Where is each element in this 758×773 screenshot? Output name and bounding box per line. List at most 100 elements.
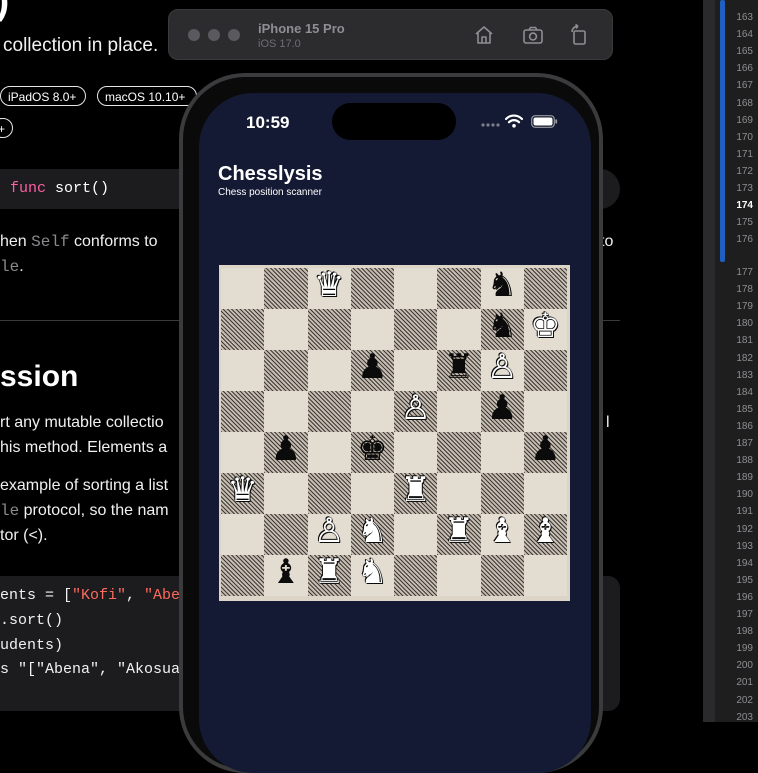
example-code: le bbox=[0, 502, 20, 520]
board-square bbox=[307, 309, 351, 350]
board-square bbox=[394, 432, 438, 473]
line-number: 171 bbox=[736, 148, 753, 160]
window-minimize-dot[interactable] bbox=[208, 29, 220, 41]
platform-badge-more[interactable]: + bbox=[0, 118, 13, 138]
line-number: 164 bbox=[736, 29, 753, 41]
line-number: 163 bbox=[736, 12, 753, 23]
line-number: 183 bbox=[736, 369, 753, 381]
line-number: 189 bbox=[736, 472, 753, 484]
line-number: 203 bbox=[736, 711, 753, 723]
board-square bbox=[394, 268, 438, 309]
window-close-dot[interactable] bbox=[188, 29, 200, 41]
board-square bbox=[264, 473, 308, 514]
board-square bbox=[437, 432, 481, 473]
board-square bbox=[394, 309, 438, 350]
chess-board: ♛ ♞ ♞ ♚ ♟ ♜ ♙ ♙ ♟ ♟ ♚ ♟ ♛ ♜ ♙ ♞ ♜ ♝ ♝ ♝ ♜ ♞ bbox=[221, 265, 567, 596]
line-number: 191 bbox=[736, 506, 753, 518]
wifi-icon bbox=[505, 114, 523, 128]
board-square bbox=[350, 309, 394, 350]
line-number: 176 bbox=[736, 234, 753, 246]
line-number: 190 bbox=[736, 489, 753, 501]
chess-piece: ♜ bbox=[400, 470, 431, 510]
chess-piece: ♞ bbox=[486, 306, 518, 346]
line-number: 167 bbox=[736, 80, 753, 92]
declaration-keyword: func bbox=[10, 180, 47, 197]
line-number-gutter: 163 164 165 166 167 168 169 170 171 172 173 174 175 1… bbox=[715, 0, 758, 723]
rotate-icon[interactable] bbox=[567, 23, 591, 47]
board-square bbox=[307, 350, 351, 391]
chess-piece: ♟ bbox=[357, 347, 388, 387]
chess-piece: ♞ bbox=[357, 552, 388, 592]
chess-piece: ♚ bbox=[357, 429, 388, 469]
example-text: protocol, so the nam bbox=[19, 502, 169, 519]
discussion-line-2: his method. Elements a bbox=[0, 439, 168, 456]
board-square bbox=[264, 514, 308, 555]
line-number: 177 bbox=[736, 267, 753, 278]
board-square bbox=[264, 391, 308, 432]
board-square bbox=[350, 391, 394, 432]
line-number: 188 bbox=[736, 455, 753, 467]
line-number: 181 bbox=[736, 335, 753, 347]
line-number: 187 bbox=[736, 438, 753, 449]
board-square bbox=[350, 268, 394, 309]
chess-piece: ♜ bbox=[443, 347, 475, 387]
board-square bbox=[307, 391, 351, 432]
chess-piece: ♙ bbox=[313, 511, 345, 551]
window-zoom-dot[interactable] bbox=[228, 29, 240, 41]
chess-piece: ♝ bbox=[270, 552, 302, 592]
platform-badge-ipados[interactable]: iPadOS 8.0+ bbox=[0, 86, 86, 106]
platform-badge-macos[interactable]: macOS 10.10+ bbox=[97, 86, 197, 106]
example-line-2: le protocol, so the nam bbox=[0, 502, 169, 520]
change-indicator bbox=[720, 0, 725, 262]
chess-piece: ♛ bbox=[227, 470, 258, 510]
board-square bbox=[264, 309, 308, 350]
board-square bbox=[437, 309, 481, 350]
chess-piece: ♚ bbox=[530, 306, 561, 346]
chess-piece: ♛ bbox=[313, 265, 345, 305]
app-title: Chesslysis bbox=[218, 163, 323, 185]
line-number: 165 bbox=[736, 46, 753, 58]
battery-icon bbox=[531, 115, 558, 128]
line-number: 195 bbox=[736, 574, 753, 586]
declaration-name: sort() bbox=[55, 180, 110, 197]
chess-piece: ♝ bbox=[530, 511, 561, 551]
board-square bbox=[394, 514, 438, 555]
chess-piece: ♙ bbox=[486, 347, 518, 387]
availability-suffix: conforms to bbox=[69, 233, 158, 250]
board-square bbox=[394, 555, 438, 596]
board-square bbox=[221, 391, 265, 432]
discussion-line-1: rt any mutable collectio bbox=[0, 414, 164, 431]
chess-piece: ♝ bbox=[486, 511, 518, 551]
code-string: "Abe bbox=[144, 587, 181, 604]
board-square bbox=[221, 309, 265, 350]
board-square bbox=[523, 268, 567, 309]
simulator-toolbar: iPhone 15 Pro iOS 17.0 bbox=[168, 9, 613, 60]
dynamic-island bbox=[332, 103, 456, 140]
availability-line2: le. bbox=[0, 258, 24, 276]
code-line-2: .sort() bbox=[0, 612, 64, 629]
home-icon[interactable] bbox=[472, 23, 496, 47]
iphone-bezel: 10:59 Chesslysis Chess position scanner … bbox=[183, 77, 599, 773]
cellular-signal-icon bbox=[481, 123, 500, 127]
line-number: 186 bbox=[736, 420, 753, 432]
screenshot-icon[interactable] bbox=[521, 23, 545, 47]
availability-code: Self bbox=[31, 233, 70, 251]
iphone-frame: 10:59 Chesslysis Chess position scanner … bbox=[179, 73, 603, 773]
title-fragment: ) bbox=[0, 0, 9, 23]
chess-piece: ♟ bbox=[530, 429, 561, 469]
board-square bbox=[523, 350, 567, 391]
line-number: 179 bbox=[736, 301, 753, 313]
availability-prefix: hen bbox=[0, 233, 32, 250]
discussion-tail: l bbox=[606, 414, 610, 431]
line-number: 178 bbox=[736, 284, 753, 296]
scrollbar-track[interactable] bbox=[703, 0, 715, 722]
line-number: 194 bbox=[736, 557, 753, 569]
line-number: 201 bbox=[736, 677, 753, 689]
line-number: 182 bbox=[736, 352, 753, 364]
line-number: 172 bbox=[736, 165, 753, 177]
line-number: 184 bbox=[736, 386, 753, 398]
line-number: 166 bbox=[736, 63, 753, 75]
line-number: 198 bbox=[736, 626, 753, 638]
line-number: 173 bbox=[736, 183, 753, 194]
board-square bbox=[221, 555, 265, 596]
